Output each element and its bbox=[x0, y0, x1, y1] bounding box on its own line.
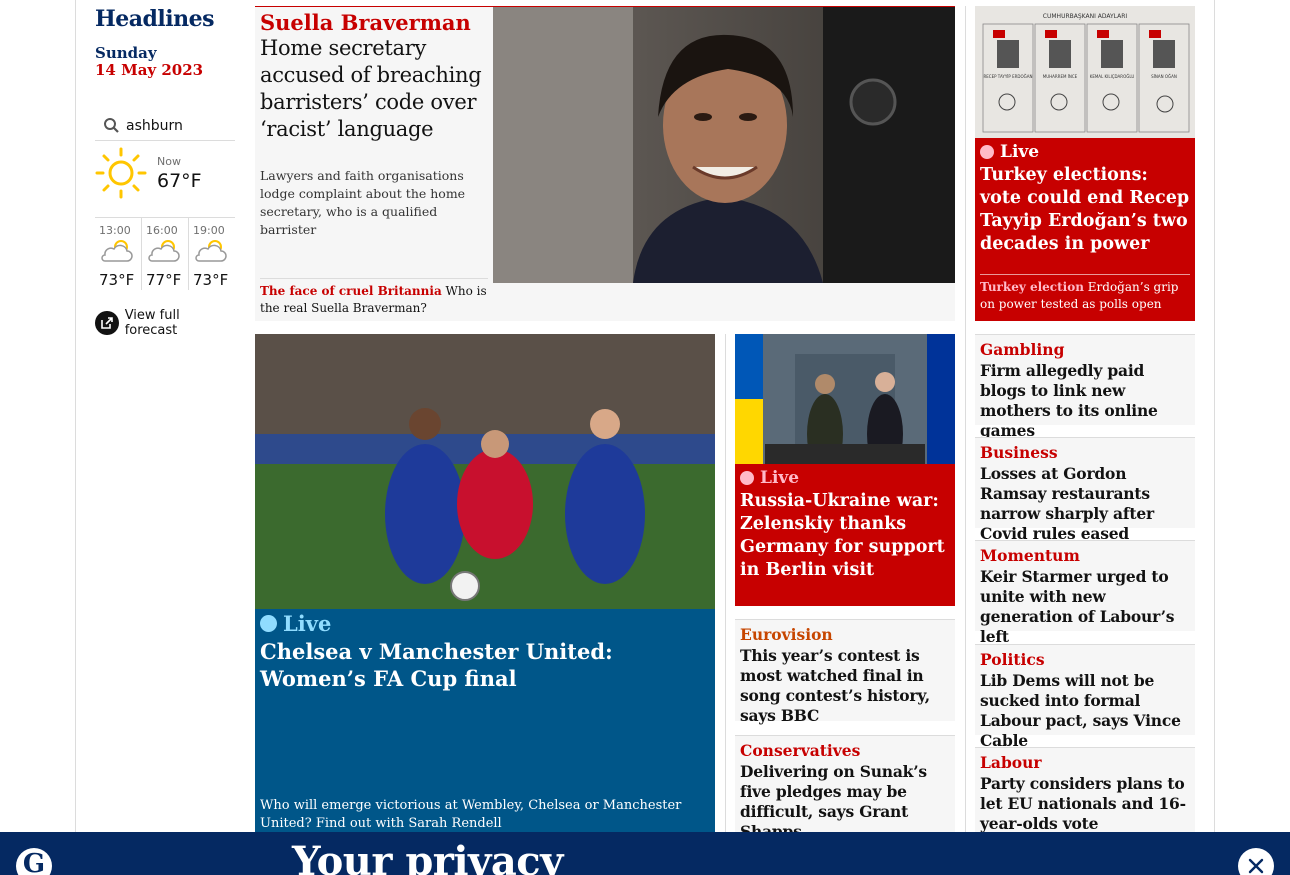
related-link[interactable]: Turkey election Erdoğan’s grip on power … bbox=[980, 274, 1190, 313]
partly-cloudy-icon bbox=[101, 240, 133, 262]
sun-icon bbox=[95, 147, 147, 199]
story-headline[interactable]: Losses at Gordon Ramsay restaurants narr… bbox=[980, 464, 1190, 545]
live-dot-icon bbox=[260, 615, 277, 632]
story-kicker[interactable]: Gambling bbox=[980, 340, 1190, 360]
forecast-time: 16:00 bbox=[146, 224, 178, 237]
story-headline[interactable]: This year’s contest is most watched fina… bbox=[740, 646, 950, 727]
ballot-candidate-name: KEMAL KILIÇDAROĞLU bbox=[1090, 74, 1135, 79]
story-kicker[interactable]: Business bbox=[980, 443, 1190, 463]
story-card[interactable]: Conservatives Delivering on Sunak’s five… bbox=[735, 735, 955, 841]
story-standfirst: Who will emerge victorious at Wembley, C… bbox=[260, 798, 682, 832]
headlines-sidebar: Headlines Sunday 14 May 2023 ashburn Now… bbox=[95, 6, 235, 338]
forecast-slot: 19:00 73°F bbox=[189, 218, 235, 290]
story-card[interactable]: Politics Lib Dems will not be sucked int… bbox=[975, 644, 1195, 750]
story-headline[interactable]: Firm allegedly paid blogs to link new mo… bbox=[980, 361, 1190, 442]
story-headline[interactable]: Delivering on Sunak’s five pledges may b… bbox=[740, 762, 950, 843]
column-divider bbox=[965, 6, 966, 875]
live-dot-icon bbox=[740, 471, 754, 485]
forecast-time: 19:00 bbox=[193, 224, 225, 237]
live-indicator: Live bbox=[255, 609, 715, 636]
privacy-title: Your privacy bbox=[292, 838, 563, 875]
ballot-candidate-name: MUHARREM İNCE bbox=[1043, 74, 1078, 79]
weather-location[interactable]: ashburn bbox=[126, 118, 183, 134]
story-card[interactable]: Gambling Firm allegedly paid blogs to li… bbox=[975, 334, 1195, 440]
now-temperature: 67°F bbox=[157, 169, 202, 192]
guardian-logo: G bbox=[16, 848, 52, 875]
live-indicator: Live bbox=[975, 138, 1195, 162]
story-standfirst: Lawyers and faith organisations lodge co… bbox=[260, 167, 466, 238]
story-headline[interactable]: Party considers plans to let EU national… bbox=[980, 774, 1190, 834]
forecast-slot: 13:00 73°F bbox=[95, 218, 142, 290]
top-story-card[interactable]: Suella Braverman Home secretary accused … bbox=[255, 6, 955, 321]
story-headline[interactable]: Chelsea v Manchester United: Women’s FA … bbox=[255, 636, 715, 693]
story-card[interactable]: Momentum Keir Starmer urged to unite wit… bbox=[975, 540, 1195, 646]
weather-location-search[interactable]: ashburn bbox=[95, 117, 235, 141]
story-headline[interactable]: Keir Starmer urged to unite with new gen… bbox=[980, 567, 1190, 648]
story-headline[interactable]: Home secretary accused of breaching barr… bbox=[260, 35, 488, 143]
football-photo[interactable] bbox=[255, 334, 715, 609]
story-kicker[interactable]: Eurovision bbox=[740, 625, 950, 645]
ballot-photo[interactable]: CUMHURBAŞKANI ADAYLARI RECEP TAYYİP ERDO… bbox=[975, 6, 1195, 138]
story-headline[interactable]: Russia-Ukraine war: Zelenskiy thanks Ger… bbox=[735, 488, 955, 582]
forecast-slot: 16:00 77°F bbox=[142, 218, 189, 290]
story-card[interactable]: Eurovision This year’s contest is most w… bbox=[735, 619, 955, 725]
story-kicker[interactable]: Momentum bbox=[980, 546, 1190, 566]
story-kicker[interactable]: Labour bbox=[980, 753, 1190, 773]
forecast-temperature: 73°F bbox=[193, 271, 229, 289]
live-label: Live bbox=[1000, 142, 1040, 162]
forecast-time: 13:00 bbox=[99, 224, 131, 237]
partly-cloudy-icon bbox=[195, 240, 227, 262]
ballot-heading: CUMHURBAŞKANI ADAYLARI bbox=[1043, 13, 1128, 20]
forecast-temperature: 73°F bbox=[99, 271, 135, 289]
berlin-photo[interactable] bbox=[735, 334, 955, 464]
ballot-candidate-name: RECEP TAYYİP ERDOĞAN bbox=[984, 74, 1033, 79]
story-card[interactable]: Business Losses at Gordon Ramsay restaur… bbox=[975, 437, 1195, 543]
story-headline[interactable]: Turkey elections: vote could end Recep T… bbox=[975, 162, 1195, 256]
view-full-forecast-link[interactable]: View full forecast bbox=[95, 308, 235, 338]
hourly-forecast: 13:00 73°F 16:00 77°F 19:00 73°F bbox=[95, 218, 235, 290]
story-kicker[interactable]: Politics bbox=[980, 650, 1190, 670]
related-kicker[interactable]: Turkey election bbox=[980, 280, 1084, 294]
live-dot-icon bbox=[980, 145, 994, 159]
related-kicker[interactable]: The face of cruel Britannia bbox=[260, 284, 442, 298]
date-day: Sunday bbox=[95, 44, 157, 62]
turkey-live-card[interactable]: CUMHURBAŞKANI ADAYLARI RECEP TAYYİP ERDO… bbox=[975, 6, 1195, 321]
partly-cloudy-icon bbox=[148, 240, 180, 262]
forecast-temperature: 77°F bbox=[146, 271, 182, 289]
external-link-icon bbox=[95, 311, 119, 335]
close-icon bbox=[1248, 858, 1264, 874]
date-full: 14 May 2023 bbox=[95, 61, 204, 79]
privacy-banner: G Your privacy bbox=[0, 832, 1290, 875]
section-title: Headlines bbox=[95, 6, 215, 32]
live-label: Live bbox=[283, 611, 332, 636]
close-button[interactable] bbox=[1238, 848, 1274, 875]
weather-now: Now 67°F bbox=[95, 147, 235, 218]
story-card[interactable]: Labour Party considers plans to let EU n… bbox=[975, 747, 1195, 838]
live-indicator: Live bbox=[735, 464, 955, 488]
related-link[interactable]: The face of cruel Britannia Who is the r… bbox=[260, 278, 488, 317]
story-kicker[interactable]: Suella Braverman bbox=[260, 10, 488, 35]
live-label: Live bbox=[760, 468, 800, 488]
full-forecast-label[interactable]: View full forecast bbox=[125, 308, 235, 338]
story-kicker[interactable]: Conservatives bbox=[740, 741, 950, 761]
column-divider bbox=[725, 334, 726, 875]
story-photo[interactable] bbox=[493, 7, 955, 283]
ballot-candidate-name: SİNAN OĞAN bbox=[1151, 74, 1177, 79]
russia-live-card[interactable]: Live Russia-Ukraine war: Zelenskiy thank… bbox=[735, 334, 955, 606]
now-label: Now bbox=[157, 154, 181, 168]
chelsea-live-card[interactable]: Live Chelsea v Manchester United: Women’… bbox=[255, 334, 715, 854]
search-icon bbox=[104, 118, 119, 133]
story-headline[interactable]: Lib Dems will not be sucked into formal … bbox=[980, 671, 1190, 752]
